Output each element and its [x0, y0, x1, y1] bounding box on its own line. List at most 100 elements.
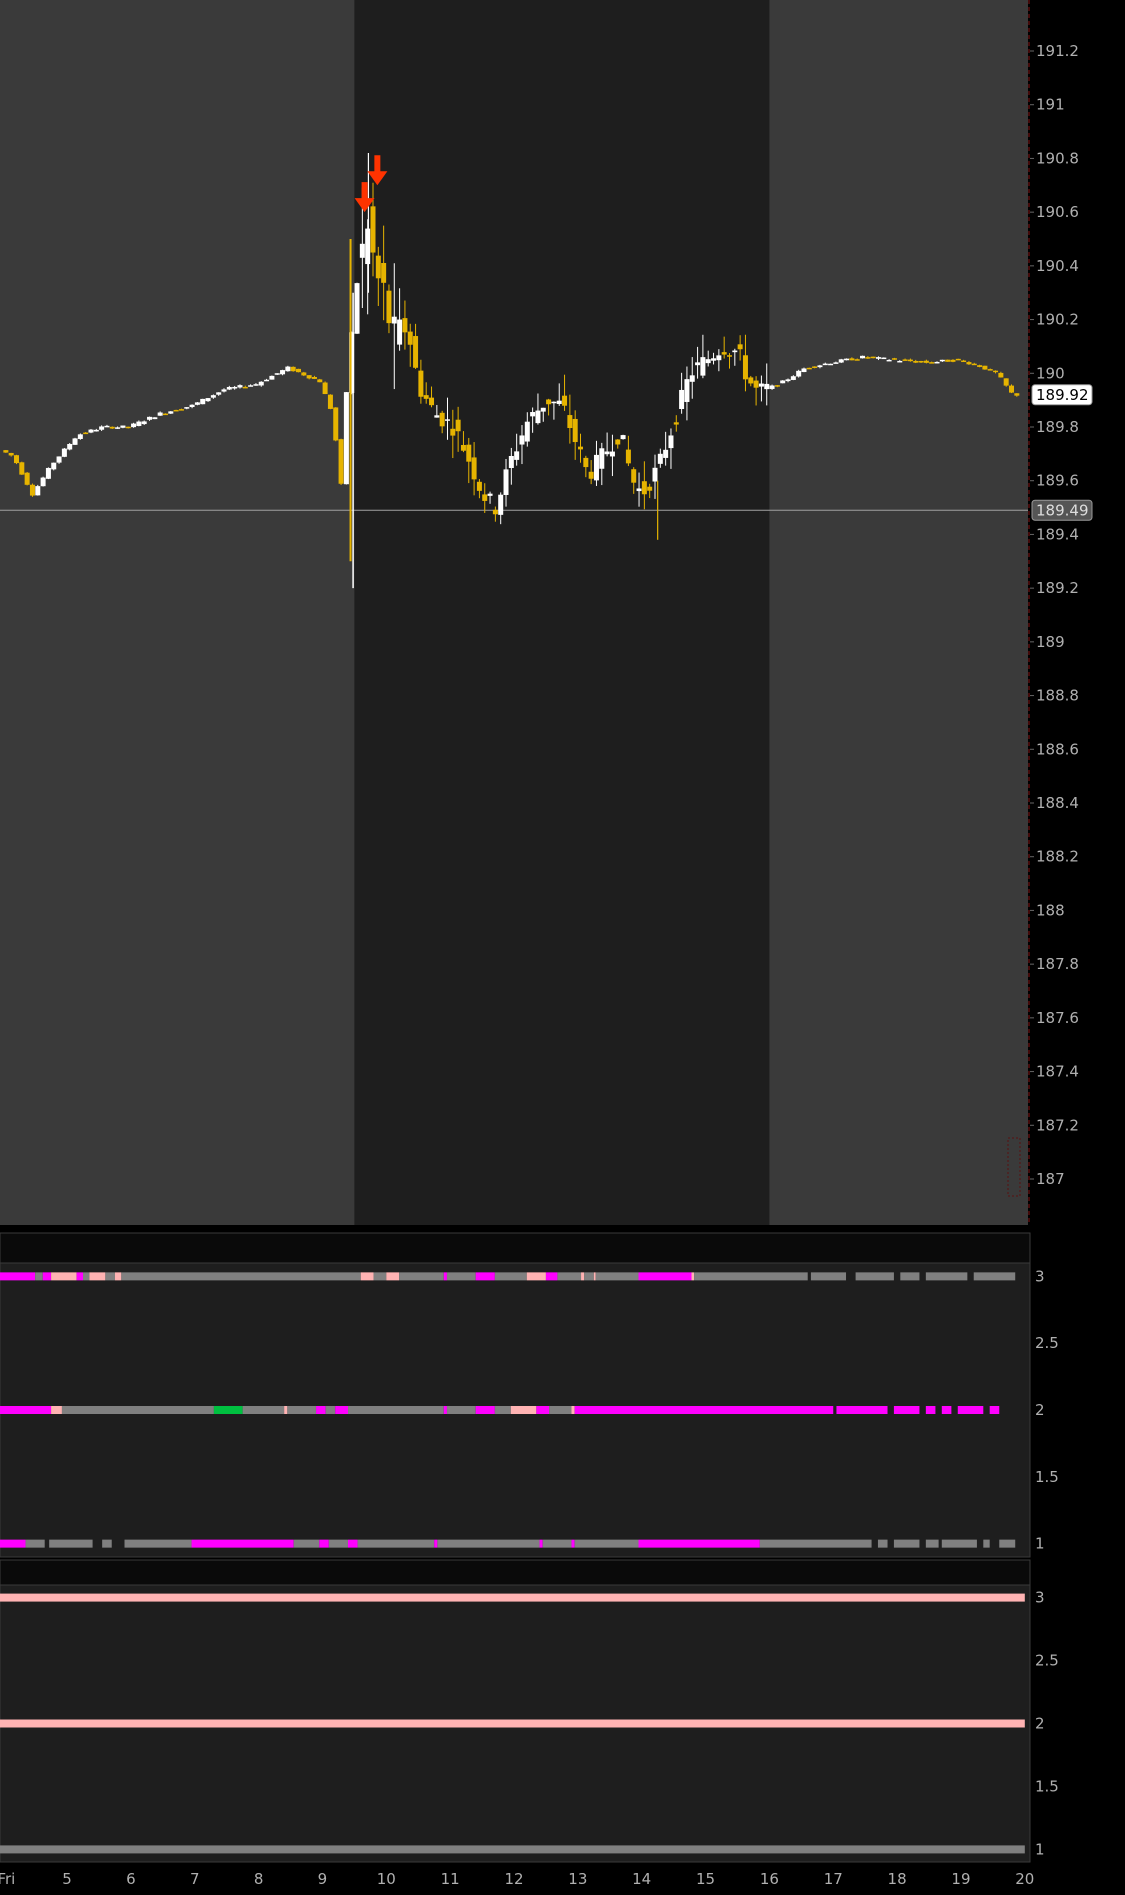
price-tick-label: 189 — [1036, 633, 1065, 651]
indicator-panel-1-segment — [581, 1272, 585, 1281]
indicator-panel-1-segment — [893, 1539, 920, 1548]
candle-body — [753, 380, 759, 388]
candle-body — [184, 407, 190, 409]
candle-body — [641, 481, 647, 495]
candle-body — [322, 382, 328, 395]
candle-body — [3, 450, 9, 453]
candle-body — [971, 363, 977, 366]
x-tick-label: 10 — [377, 1870, 396, 1888]
indicator-panel-2-tick-label: 2 — [1035, 1715, 1045, 1733]
indicator-panel-1-segment — [810, 1272, 847, 1281]
candle-body — [88, 429, 94, 433]
candle-body — [24, 472, 30, 485]
indicator-panel-1-segment — [446, 1406, 476, 1414]
candle-body — [657, 453, 663, 464]
indicator-panel-1-segment — [638, 1539, 760, 1548]
candle-body — [870, 356, 876, 359]
candle-body — [487, 493, 493, 496]
candle-body — [593, 454, 599, 481]
chart-svg: 191.2191190.8190.6190.4190.2190189.8189.… — [0, 0, 1125, 1891]
indicator-panel-2-tick-label: 3 — [1035, 1589, 1045, 1607]
indicator-panel-1-segment — [925, 1406, 936, 1414]
indicator-panel-1-segment — [347, 1539, 358, 1548]
candle-body — [567, 415, 573, 429]
candle-body — [774, 385, 780, 387]
candle-body — [290, 366, 296, 372]
candle-body — [205, 398, 211, 402]
indicator-panel-1-segment — [437, 1539, 540, 1548]
candle-body — [578, 446, 584, 450]
candle-body — [455, 419, 461, 432]
candle-body — [503, 469, 509, 495]
x-tick-label: 16 — [760, 1870, 779, 1888]
indicator-panel-1-segment — [539, 1539, 543, 1548]
candle-body — [226, 386, 232, 390]
candle-body — [104, 425, 110, 428]
indicator-panel-1-segment — [443, 1406, 447, 1414]
indicator-panel-1-segment — [510, 1406, 537, 1414]
candle-body — [833, 362, 839, 364]
indicator-panel-1-header — [0, 1232, 1031, 1264]
indicator-panel-1-segment — [105, 1272, 115, 1281]
candle-body — [838, 359, 844, 363]
candle-body — [311, 377, 317, 379]
candle-body — [929, 362, 935, 364]
candle-body — [865, 357, 871, 359]
candle-body — [700, 357, 706, 376]
price-tick-label: 187.8 — [1036, 955, 1079, 973]
candle-body — [162, 413, 168, 416]
candle-body — [514, 451, 520, 460]
candle-body — [168, 411, 174, 414]
candle-body — [711, 358, 717, 361]
candle-body — [67, 443, 73, 450]
candle-body — [854, 359, 860, 361]
indicator-panel-1-segment — [121, 1272, 361, 1281]
x-tick-label: 11 — [441, 1870, 460, 1888]
indicator-panel-1-segment — [877, 1539, 888, 1548]
candle-body — [849, 358, 855, 361]
candle-body — [83, 432, 89, 435]
indicator-panel-1-segment — [574, 1539, 639, 1548]
indicator-panel-1-segment — [593, 1272, 596, 1281]
indicator-panel-1-segment — [114, 1272, 122, 1281]
candle-body — [210, 395, 216, 398]
candle-body — [354, 283, 360, 334]
candle-body — [955, 358, 961, 361]
candle-body — [716, 355, 722, 361]
candle-body — [274, 373, 280, 375]
candle-body — [232, 386, 238, 389]
indicator-panel-1-segment — [691, 1272, 695, 1281]
indicator-panel-1-segment — [526, 1272, 546, 1281]
price-tick-label: 190.4 — [1036, 257, 1079, 275]
candle-body — [381, 263, 387, 283]
candle-body — [258, 381, 264, 386]
candle-body — [248, 385, 254, 387]
indicator-panel-1-tick-label: 2 — [1035, 1401, 1045, 1419]
indicator-panel-1-tick-label: 1.5 — [1035, 1468, 1059, 1486]
candle-body — [56, 456, 62, 463]
candle-body — [998, 372, 1004, 378]
candle-body — [93, 429, 99, 432]
candle-body — [194, 402, 200, 405]
candle-body — [333, 407, 339, 441]
candle-body — [801, 368, 807, 373]
indicator-panel-1-segment — [89, 1272, 106, 1281]
candle-body — [961, 360, 967, 363]
x-tick-label: 8 — [254, 1870, 264, 1888]
price-tick-label: 190.8 — [1036, 149, 1079, 167]
candle-body — [806, 367, 812, 370]
indicator-panel-1-segment — [51, 1272, 77, 1281]
indicator-panel-1-segment — [328, 1539, 348, 1548]
candle-body — [296, 368, 302, 373]
indicator-panel-2-segment — [0, 1593, 1025, 1602]
price-tick-label: 189.4 — [1036, 525, 1079, 543]
candle-body — [109, 426, 115, 429]
indicator-panel-2-segment — [0, 1845, 1025, 1854]
indicator-panel-1-segment — [386, 1272, 400, 1281]
candle-body — [13, 455, 19, 464]
candle-body — [45, 467, 51, 479]
candle-body — [280, 370, 286, 375]
price-tick-label: 191 — [1036, 96, 1065, 114]
candle-body — [875, 357, 881, 359]
candle-body — [822, 363, 828, 366]
